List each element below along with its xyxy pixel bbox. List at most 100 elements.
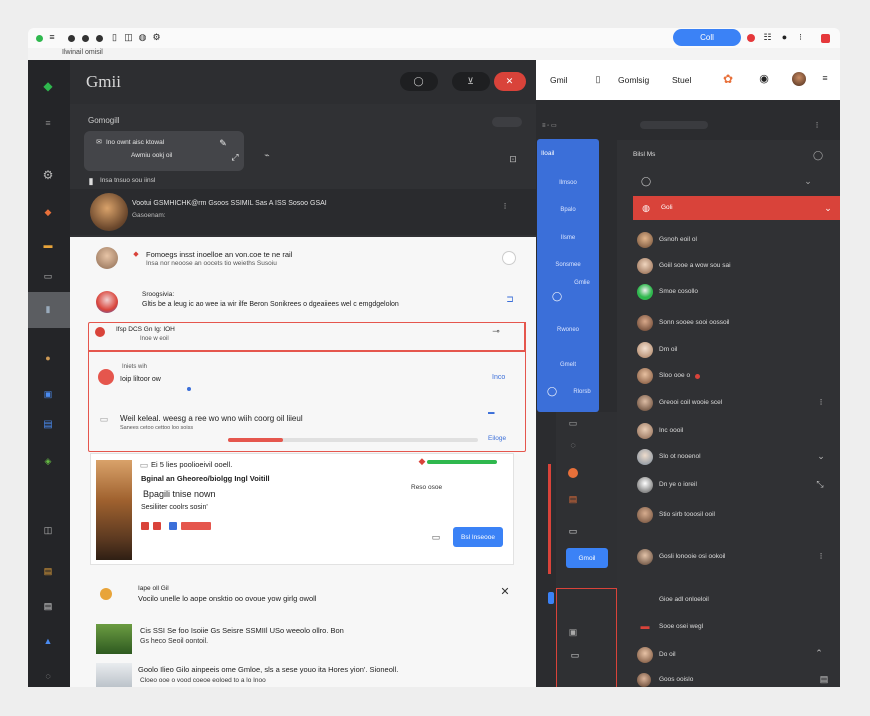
contact-row[interactable]: ▬ Sooe osei wegl — [633, 614, 840, 640]
flag-icon[interactable]: ▭ — [42, 271, 54, 281]
blue-panel-item[interactable]: Rwoneo — [537, 327, 599, 333]
shared-icon[interactable]: ▲ — [42, 635, 54, 647]
photos-icon[interactable] — [42, 600, 54, 612]
reply-label[interactable]: Inco — [492, 374, 505, 381]
tab-label[interactable]: Ilwinail omisil — [62, 49, 103, 56]
camera-icon[interactable]: ◫ — [124, 33, 133, 42]
blue-panel-item[interactable]: Gmlie — [551, 280, 613, 286]
chat-icon[interactable]: ◌ — [568, 440, 578, 450]
more-icon[interactable]: ⁝ — [817, 397, 825, 406]
link-icon[interactable]: ⊐ — [506, 294, 514, 303]
contact-row[interactable]: Greooi coil wooie scel ⁝ — [633, 390, 840, 416]
pin-icon[interactable]: ✎ — [218, 138, 228, 148]
contact-row[interactable]: Do oil ⌃ — [633, 642, 840, 668]
shield-icon[interactable]: ◍ — [138, 33, 147, 42]
more-icon[interactable]: ⁝ — [817, 551, 825, 560]
call-button[interactable]: Coll — [673, 29, 741, 46]
nav-dot-icon[interactable] — [68, 35, 75, 42]
close-window-icon[interactable] — [36, 35, 43, 42]
contact-row[interactable]: Gsnoh eoil ol — [633, 227, 840, 253]
notes-icon[interactable]: ▤ — [42, 565, 54, 577]
record-icon[interactable] — [747, 34, 755, 42]
mail-row[interactable]: Iniets wih Ioip liltoor ow Inco — [90, 363, 510, 395]
chevron-up-icon[interactable]: ⌃ — [815, 648, 823, 657]
expand-icon[interactable]: ⤢ — [230, 152, 240, 162]
account-icon[interactable]: ◯ — [552, 291, 562, 301]
contact-row[interactable]: Slo ot nooenol ⌄ — [633, 444, 840, 470]
contact-row[interactable]: Dm oil — [633, 337, 840, 363]
contact-row[interactable]: Stio sirb tooosil ooil — [633, 502, 840, 528]
blue-panel-item[interactable]: Gmelt — [537, 362, 599, 368]
nav-dot-icon[interactable] — [82, 35, 89, 42]
menu-icon[interactable]: ≡ — [820, 73, 830, 83]
mail-card[interactable]: ▭ Ei 5 lies poolioeivil ooell. Bginal an… — [90, 453, 514, 565]
note-card[interactable]: ✉ Ino ownt aisc ktowal Awmiu ookj oil ✎ … — [84, 131, 244, 171]
select-circle[interactable] — [502, 251, 516, 265]
chevron-icon[interactable]: ⌄ — [803, 176, 813, 186]
folder-icon[interactable]: ▤ — [568, 494, 578, 504]
menu-icon[interactable]: ≡ — [42, 118, 54, 128]
blue-panel-item[interactable]: Ilmsoo — [537, 180, 599, 186]
more-icon[interactable]: ⁝ — [500, 201, 510, 211]
search-icon[interactable]: ◉ — [758, 73, 770, 85]
right-header-item[interactable]: Gomlsig — [618, 75, 649, 85]
calendar-icon[interactable]: ▣ — [42, 388, 54, 400]
toggle-switch[interactable] — [492, 117, 522, 127]
docs-icon[interactable]: ▤ — [42, 418, 54, 432]
search-button[interactable]: ◯ — [400, 72, 438, 91]
mail-icon[interactable]: ▭ — [568, 418, 578, 428]
settings-icon[interactable]: ⚙ — [152, 33, 161, 42]
settings-icon[interactable]: ⚙ — [41, 168, 55, 182]
contact-row[interactable]: Goos ooislo ▤ — [633, 670, 840, 687]
notification-icon[interactable] — [821, 34, 830, 43]
mail-row[interactable]: Goolo Ilieo Gilo ainpeeis ome Gmloe, sls… — [90, 659, 526, 687]
mail-row[interactable]: Iape oll Gil Vocilo unelle lo aope onskt… — [80, 582, 526, 612]
promo-row[interactable]: Vootui GSMHICHK@rm Gsoos SSIMIL Sas A IS… — [70, 189, 536, 235]
contact-row[interactable]: Sloo ooe o — [633, 363, 840, 389]
contact-row[interactable]: Sonn sooee sooi oossoil — [633, 310, 840, 336]
attachment-icon[interactable]: ⌁ — [262, 150, 272, 160]
right-header-item[interactable]: Stuel — [672, 75, 691, 85]
contact-row[interactable]: Goiil sooe a wow sou sai — [633, 253, 840, 279]
contact-row[interactable]: Gosli lonooie osi ookoil ⁝ — [633, 544, 840, 570]
contact-row-active[interactable]: ◍ Goli ⌄ — [633, 196, 840, 220]
book-icon[interactable]: ◫ — [42, 524, 54, 536]
help-icon[interactable]: ◌ — [42, 670, 54, 682]
label-icon[interactable]: ◆ — [42, 206, 54, 218]
search-icon[interactable]: ◯ — [641, 176, 651, 186]
chevron-down-icon[interactable]: ⌄ — [817, 451, 825, 460]
account-icon[interactable]: ● — [780, 33, 789, 42]
contact-row[interactable]: Smoe cosollo — [633, 279, 840, 305]
doc-icon[interactable]: ▭ — [568, 526, 578, 536]
contact-icon[interactable]: ● — [42, 352, 54, 364]
nav-dot-icon[interactable] — [96, 35, 103, 42]
photos-icon[interactable]: ✿ — [722, 73, 734, 85]
tray-icon[interactable]: ▤ — [817, 674, 831, 684]
contact-row[interactable]: Dn ye o ioreil ⤡ — [633, 472, 840, 498]
close-icon[interactable]: ✕ — [500, 586, 510, 597]
mail-row[interactable]: Sroogsivia: Gltis be a leug ic ao wee ia… — [70, 283, 536, 323]
grid-icon[interactable]: ☷ — [763, 33, 772, 42]
search-icon[interactable]: ◯ — [813, 150, 823, 160]
photo-icon[interactable]: ▮ — [42, 302, 54, 316]
file-icon[interactable]: ▭ — [431, 532, 441, 542]
bookmark-icon[interactable]: ▯ — [110, 33, 119, 42]
user-avatar[interactable] — [792, 72, 806, 86]
split-icon[interactable]: ▯ — [593, 74, 603, 84]
tasks-icon[interactable]: ▭ — [570, 650, 580, 660]
compose-top-button[interactable]: ✕ — [494, 72, 526, 91]
mail-row[interactable]: ◆ Fomoegs insst inoelloe an von.coe te n… — [70, 237, 536, 279]
toolbar-pill[interactable] — [640, 121, 708, 129]
contact-row[interactable]: Gioe adl onloeloil — [633, 587, 840, 613]
send-button[interactable]: Bsl Inseooe — [453, 527, 503, 547]
mail-row[interactable]: Ifsp DCS Gn Ig: IOH Inoe w eoil ⊸ — [90, 323, 510, 351]
image-icon[interactable]: ▣ — [568, 627, 578, 637]
gmail-logo[interactable]: Gmii — [86, 72, 121, 92]
chevron-down-icon[interactable]: ⌄ — [823, 203, 833, 213]
right-header-item[interactable]: Gmil — [550, 75, 567, 85]
draft-row[interactable]: Insa tnsuo sou iinsl — [100, 177, 155, 184]
blue-panel-item[interactable]: Bpalo — [537, 207, 599, 213]
compose-button[interactable]: Gmoil — [566, 548, 608, 568]
archive-icon[interactable]: ⊡ — [508, 154, 518, 164]
blue-panel-item[interactable]: Ilsme — [537, 235, 599, 241]
